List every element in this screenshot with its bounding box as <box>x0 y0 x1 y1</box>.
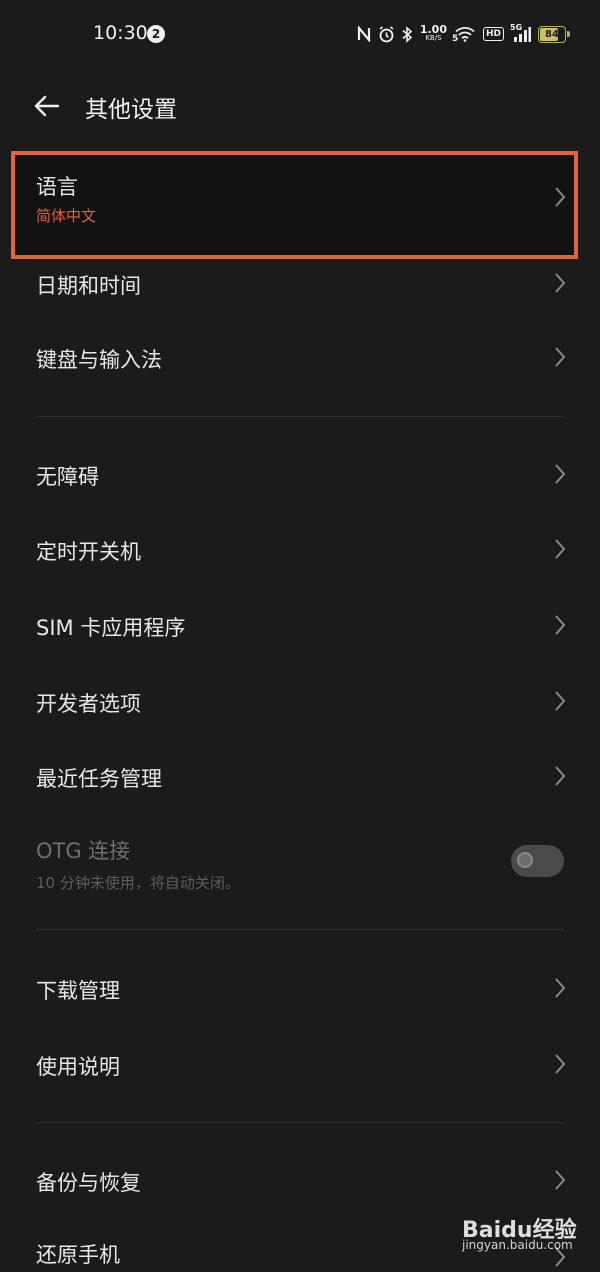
settings-item-language[interactable]: 语言 简体中文 <box>0 155 600 255</box>
status-bar: 10:30 2 1.00 KB/S 5 HD 5G 84 <box>0 0 600 70</box>
status-icons: 1.00 KB/S 5 HD 5G 84 <box>357 22 570 46</box>
bluetooth-icon <box>402 25 413 43</box>
settings-item-label: SIM 卡应用程序 <box>36 616 186 640</box>
network-speed: 1.00 KB/S <box>419 23 447 43</box>
status-time: 10:30 <box>93 22 148 44</box>
wifi-icon: 5 <box>451 26 476 44</box>
settings-item-developer[interactable]: 开发者选项 <box>0 678 600 726</box>
hd-voice-badge: HD <box>482 27 504 41</box>
settings-item-label: 还原手机 <box>36 1243 120 1267</box>
page-title: 其他设置 <box>85 97 177 123</box>
battery-icon: 84 <box>538 25 570 43</box>
section-divider <box>36 1122 564 1123</box>
settings-item-label: 使用说明 <box>36 1055 120 1079</box>
settings-item-label: 键盘与输入法 <box>36 348 162 372</box>
chevron-right-icon <box>550 459 570 489</box>
chevron-right-icon <box>550 610 570 640</box>
baidu-jingyan-watermark: Baidu经验 jingyan.baidu.com <box>462 1206 592 1266</box>
settings-item-sim-apps[interactable]: SIM 卡应用程序 <box>0 602 600 650</box>
settings-item-label: 开发者选项 <box>36 692 141 716</box>
settings-item-recent-tasks[interactable]: 最近任务管理 <box>0 753 600 801</box>
settings-item-datetime[interactable]: 日期和时间 <box>0 260 600 308</box>
chevron-right-icon <box>550 534 570 564</box>
chevron-right-icon <box>550 268 570 298</box>
watermark-url: jingyan.baidu.com <box>462 1238 573 1252</box>
back-button[interactable] <box>28 88 64 124</box>
back-arrow-icon <box>34 95 60 117</box>
chevron-right-icon <box>550 686 570 716</box>
settings-item-label: 定时开关机 <box>36 540 141 564</box>
battery-level: 84 <box>545 28 559 40</box>
cellular-label: 5G <box>510 23 523 32</box>
settings-item-scheduled-power[interactable]: 定时开关机 <box>0 526 600 574</box>
settings-item-label: 日期和时间 <box>36 274 141 298</box>
toggle-knob <box>517 852 533 868</box>
settings-item-value: 简体中文 <box>36 207 97 225</box>
chevron-right-icon <box>550 182 570 212</box>
cellular-signal-icon: 5G <box>510 23 531 42</box>
settings-item-instructions[interactable]: 使用说明 <box>0 1041 600 1089</box>
chevron-right-icon <box>550 1165 570 1195</box>
notification-count-badge: 2 <box>147 25 165 43</box>
settings-item-accessibility[interactable]: 无障碍 <box>0 451 600 499</box>
section-divider <box>36 416 564 417</box>
nfc-icon <box>357 26 371 42</box>
chevron-right-icon <box>550 1049 570 1079</box>
alarm-icon <box>378 25 395 43</box>
network-speed-unit: KB/S <box>425 34 442 42</box>
chevron-right-icon <box>550 761 570 791</box>
wifi-generation: 5 <box>451 34 459 44</box>
network-speed-value: 1.00 <box>419 23 447 36</box>
settings-item-label: 下载管理 <box>36 979 120 1003</box>
otg-toggle[interactable] <box>511 845 564 877</box>
section-divider <box>36 929 564 930</box>
settings-item-backup[interactable]: 备份与恢复 <box>0 1157 600 1205</box>
settings-item-keyboard[interactable]: 键盘与输入法 <box>0 334 600 382</box>
settings-item-description: 10 分钟未使用，将自动关闭。 <box>36 874 240 892</box>
chevron-right-icon <box>550 342 570 372</box>
settings-item-label: 无障碍 <box>36 465 99 489</box>
settings-item-label: 最近任务管理 <box>36 767 162 791</box>
settings-item-label: 语言 <box>36 175 78 199</box>
settings-item-label: 备份与恢复 <box>36 1171 141 1195</box>
settings-item-downloads[interactable]: 下载管理 <box>0 965 600 1013</box>
settings-item-label: OTG 连接 <box>36 839 131 863</box>
chevron-right-icon <box>550 973 570 1003</box>
settings-item-otg: OTG 连接 10 分钟未使用，将自动关闭。 <box>0 825 600 905</box>
page-header: 其他设置 <box>0 76 600 136</box>
